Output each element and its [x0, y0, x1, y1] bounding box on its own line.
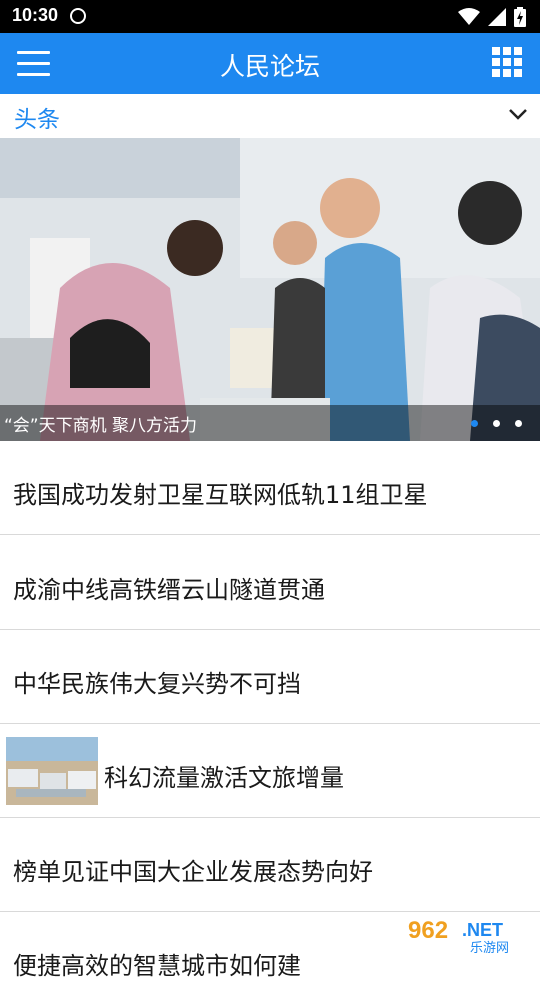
news-item[interactable]: 榜单见证中国大企业发展态势向好	[0, 818, 540, 912]
channel-bar: 头条	[0, 94, 540, 138]
cellular-signal-icon	[488, 8, 506, 26]
news-item[interactable]: 中华民族伟大复兴势不可挡	[0, 630, 540, 724]
status-icons	[458, 6, 526, 28]
chevron-down-icon[interactable]	[508, 104, 528, 124]
site-watermark-logo: 962 .NET 乐游网	[400, 912, 535, 956]
news-title: 我国成功发射卫星互联网低轨11组卫星	[13, 481, 428, 509]
carousel-caption: “会”天下商机 聚八方活力	[4, 416, 198, 436]
carousel-dot[interactable]	[493, 420, 500, 427]
news-item[interactable]: 成渝中线高铁缙云山隧道贯通	[0, 536, 540, 630]
wifi-icon	[458, 8, 480, 25]
status-time: 10:30	[12, 5, 59, 25]
news-thumbnail	[6, 737, 98, 805]
status-bar: 10:30	[0, 0, 540, 33]
news-item[interactable]: 科幻流量激活文旅增量	[0, 724, 540, 818]
svg-text:.NET: .NET	[462, 920, 503, 940]
headline-carousel[interactable]: “会”天下商机 聚八方活力	[0, 138, 540, 441]
carousel-dot[interactable]	[471, 420, 478, 427]
carousel-indicators	[471, 420, 522, 427]
carousel-dot[interactable]	[515, 420, 522, 427]
svg-text:乐游网: 乐游网	[470, 941, 509, 956]
news-title: 便捷高效的智慧城市如何建	[13, 952, 301, 980]
battery-charging-icon	[514, 7, 526, 27]
app-bar: 人民论坛	[0, 33, 540, 94]
security-shield-icon	[70, 8, 86, 24]
carousel-photo	[0, 138, 540, 441]
news-title: 中华民族伟大复兴势不可挡	[13, 670, 301, 698]
channel-tab-headlines[interactable]: 头条	[14, 100, 60, 134]
news-title: 榜单见证中国大企业发展态势向好	[13, 858, 373, 886]
grid-apps-icon[interactable]	[492, 47, 522, 77]
news-item[interactable]: 我国成功发射卫星互联网低轨11组卫星	[0, 441, 540, 535]
carousel-caption-bar: “会”天下商机 聚八方活力	[0, 405, 540, 441]
news-title: 成渝中线高铁缙云山隧道贯通	[13, 576, 325, 604]
news-title: 科幻流量激活文旅增量	[104, 764, 344, 792]
svg-text:962: 962	[408, 917, 448, 944]
app-title: 人民论坛	[219, 52, 320, 81]
